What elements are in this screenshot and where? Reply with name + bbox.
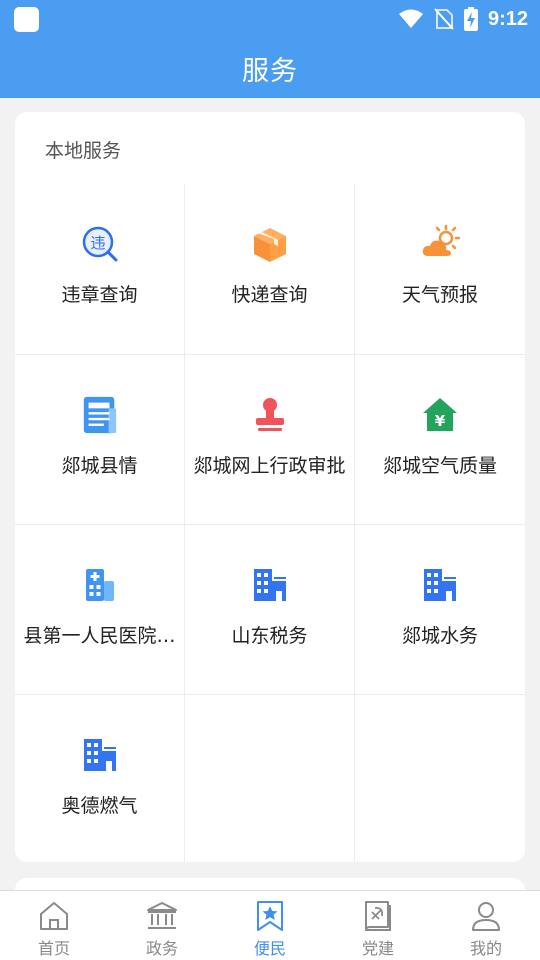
bottom-tab-bar: 首页 政务 便民 党建 我的	[0, 890, 540, 960]
government-icon	[147, 902, 177, 929]
tab-label: 党建	[361, 939, 394, 958]
party-book-icon	[365, 901, 391, 931]
section-title: 本地服务	[45, 140, 122, 162]
violation-search-icon: 违	[80, 224, 120, 264]
tab-party-building[interactable]: 党建	[324, 891, 432, 960]
service-water[interactable]: 郯城水务	[355, 525, 525, 695]
service-express-query[interactable]: 快递查询	[185, 184, 355, 354]
local-services-card: 本地服务 违 违章查询 快递查询 天气预报 郯城县情 郯城网上行政审批 ¥ 郯城…	[15, 112, 525, 862]
hospital-icon	[80, 565, 120, 605]
app-notification-icon	[14, 7, 39, 32]
title-bar: 服务	[0, 38, 540, 98]
service-label: 郯城网上行政审批	[193, 455, 346, 477]
service-label: 郯城县情	[61, 455, 138, 477]
tab-home[interactable]: 首页	[0, 891, 108, 960]
service-air-quality[interactable]: ¥ 郯城空气质量	[355, 355, 525, 525]
service-label: 山东税务	[231, 625, 308, 647]
building-icon	[80, 735, 120, 775]
no-sim-icon	[434, 8, 454, 30]
tab-government[interactable]: 政务	[108, 891, 216, 960]
package-icon	[250, 224, 290, 264]
service-gas[interactable]: 奥德燃气	[15, 695, 185, 862]
service-grid: 违 违章查询 快递查询 天气预报 郯城县情 郯城网上行政审批 ¥ 郯城空气质量 …	[15, 184, 525, 862]
tab-label: 便民	[253, 939, 286, 958]
service-label: 快递查询	[231, 284, 308, 306]
status-time: 9:12	[487, 7, 528, 30]
service-online-approval[interactable]: 郯城网上行政审批	[185, 355, 355, 525]
wifi-icon	[398, 9, 423, 28]
tab-convenience[interactable]: 便民	[216, 891, 324, 960]
status-bar: 9:12	[0, 0, 540, 38]
house-yen-icon: ¥	[420, 395, 460, 435]
building-icon	[420, 565, 460, 605]
service-county-info[interactable]: 郯城县情	[15, 355, 185, 525]
user-icon	[472, 902, 500, 931]
service-label: 违章查询	[61, 284, 138, 306]
service-violation-query[interactable]: 违 违章查询	[15, 184, 185, 354]
building-icon	[250, 565, 290, 605]
tab-mine[interactable]: 我的	[432, 891, 540, 960]
service-weather[interactable]: 天气预报	[355, 184, 525, 354]
news-doc-icon	[80, 395, 120, 435]
tab-label: 首页	[37, 939, 70, 958]
stamp-icon	[250, 395, 290, 435]
service-hospital[interactable]: 县第一人民医院…	[15, 525, 185, 695]
bookmark-star-icon	[257, 901, 283, 931]
svg-text:违: 违	[90, 234, 105, 252]
battery-charging-icon	[463, 7, 478, 31]
home-icon	[40, 902, 68, 930]
empty-cell	[185, 695, 355, 862]
service-label: 郯城水务	[401, 625, 478, 647]
service-label: 天气预报	[401, 284, 478, 306]
svg-text:¥: ¥	[435, 412, 446, 430]
service-label: 郯城空气质量	[382, 455, 497, 477]
service-label: 县第一人民医院…	[23, 625, 176, 647]
tab-label: 政务	[145, 939, 178, 958]
tab-label: 我的	[469, 939, 502, 958]
empty-cell	[355, 695, 525, 862]
service-label: 奥德燃气	[61, 795, 138, 817]
service-shandong-tax[interactable]: 山东税务	[185, 525, 355, 695]
weather-icon	[420, 224, 460, 264]
page-title: 服务	[242, 55, 298, 87]
